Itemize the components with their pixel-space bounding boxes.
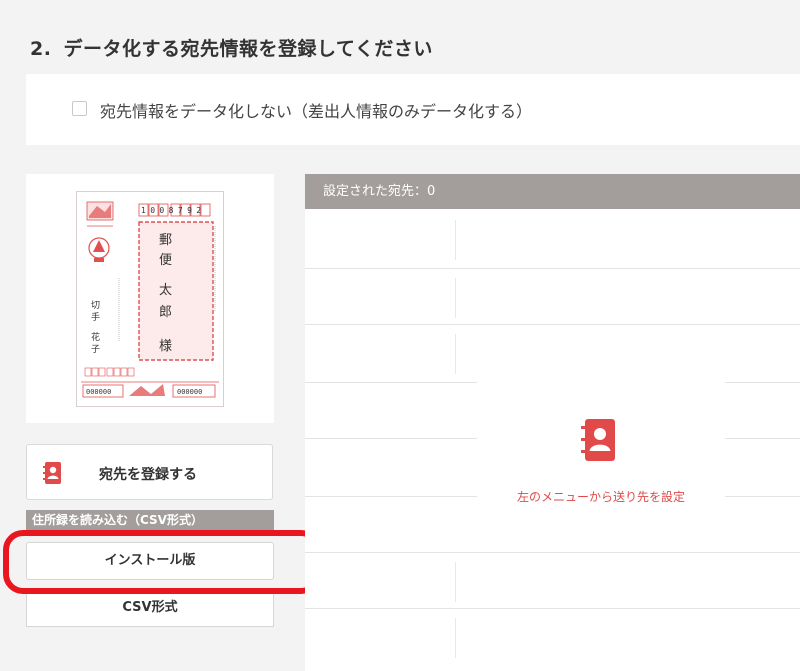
postcard-sender-1: 切 (91, 300, 100, 311)
postcard-recipient-2: 便 (159, 253, 172, 268)
postcard-image: 1008792 郵 便 太 郎 様 切 手 花 子 000000 000000 (76, 191, 224, 407)
grid-divider (305, 552, 800, 553)
section-title-text: データ化する宛先情報を登録してください (63, 38, 433, 60)
empty-state-message: 左のメニューから送り先を設定 (516, 490, 685, 504)
grid-divider (305, 268, 800, 269)
register-destination-label: 宛先を登録する (99, 467, 197, 483)
grid-divider (455, 562, 456, 602)
page-title: 2. データ化する宛先情報を登録してください (30, 34, 433, 61)
csv-section-header: 住所録を読み込む（CSV形式） (26, 510, 274, 530)
address-book-icon (43, 461, 63, 485)
postcard-recipient-3: 太 (159, 283, 172, 298)
postcard-preview-panel: 1008792 郵 便 太 郎 様 切 手 花 子 000000 000000 (26, 174, 274, 423)
postcard-recipient-4: 郎 (159, 305, 172, 320)
postcard-recipient-1: 郵 (159, 233, 172, 248)
grid-divider (455, 618, 456, 658)
highlight-annotation (3, 530, 321, 594)
option-panel: 宛先情報をデータ化しない（差出人情報のみデータ化する） (26, 74, 800, 145)
postcard-postal-code: 1008792 (141, 206, 206, 215)
postcard-illustration: 1008792 郵 便 太 郎 様 切 手 花 子 000000 000000 (81, 201, 219, 398)
section-number: 2. (30, 38, 52, 60)
postcard-sender-4: 子 (91, 344, 100, 355)
grid-divider (455, 220, 456, 260)
postcard-sender-3: 花 (91, 331, 100, 343)
postcard-sender-2: 手 (91, 311, 100, 323)
postcard-amount-1: 000000 (86, 388, 111, 396)
grid-divider (455, 334, 456, 374)
destinations-panel: 設定された宛先：0 左のメニューから送り先を設定 (305, 174, 800, 671)
postcard-honorific: 様 (159, 339, 172, 354)
postcard-amount-2: 000000 (177, 388, 202, 396)
grid-divider (455, 278, 456, 318)
destinations-count-header: 設定された宛先：0 (305, 174, 800, 209)
csv-format-button[interactable]: CSV形式 (26, 589, 274, 627)
empty-state: 左のメニューから送り先を設定 (477, 380, 725, 550)
no-data-checkbox[interactable] (72, 101, 87, 116)
register-destination-button[interactable]: 宛先を登録する (26, 444, 273, 500)
no-data-checkbox-label[interactable]: 宛先情報をデータ化しない（差出人情報のみデータ化する） (100, 98, 532, 122)
grid-divider (305, 324, 800, 325)
address-book-icon (581, 418, 617, 462)
grid-divider (305, 608, 800, 609)
